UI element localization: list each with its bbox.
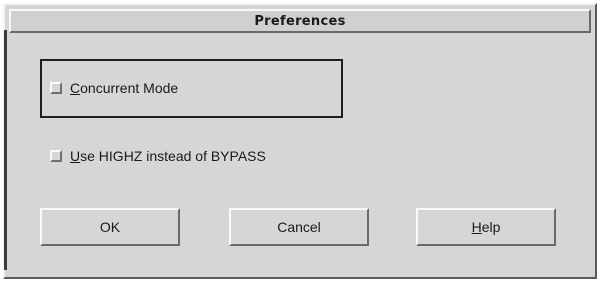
window-title: Preferences <box>254 13 346 29</box>
mnemonic-u: U <box>70 148 81 164</box>
use-highz-checkbox[interactable]: Use HIGHZ instead of BYPASS <box>50 148 266 164</box>
checkbox-box[interactable] <box>50 82 62 94</box>
concurrent-mode-label: Concurrent Mode <box>70 80 178 96</box>
use-highz-label-rest: se HIGHZ instead of BYPASS <box>80 148 266 164</box>
window-left-edge <box>4 30 7 270</box>
concurrent-mode-label-rest: oncurrent Mode <box>80 80 179 96</box>
concurrent-mode-checkbox[interactable]: Concurrent Mode <box>50 80 178 96</box>
help-button-label: Help <box>472 219 501 235</box>
mnemonic-c: C <box>70 80 81 96</box>
checkbox-box[interactable] <box>50 150 62 162</box>
ok-button-label: OK <box>99 219 121 235</box>
use-highz-label: Use HIGHZ instead of BYPASS <box>70 148 266 164</box>
cancel-button-label: Cancel <box>277 219 321 235</box>
ok-button[interactable]: OK <box>40 208 180 246</box>
help-button[interactable]: Help <box>416 208 556 246</box>
help-button-label-rest: elp <box>481 219 501 235</box>
mnemonic-h: H <box>471 219 482 235</box>
cancel-button[interactable]: Cancel <box>229 208 369 246</box>
title-bar[interactable]: Preferences <box>9 9 591 33</box>
